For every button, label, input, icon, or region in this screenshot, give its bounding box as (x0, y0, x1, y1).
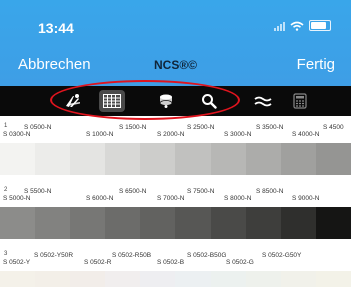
color-swatch[interactable] (0, 207, 36, 239)
swatch-label: S 9000-N (292, 195, 320, 202)
swatch-section-3: 3 S 0502-Y50R S 0502-R50B S 0502-B50G S … (0, 251, 351, 287)
color-swatch[interactable] (315, 271, 351, 287)
color-swatch[interactable] (210, 143, 246, 175)
swatch-label: S 0502-Y (3, 259, 31, 266)
color-swatch[interactable] (105, 207, 141, 239)
color-swatch[interactable] (245, 207, 281, 239)
color-swatch[interactable] (140, 143, 176, 175)
swatch-label: S 0300-N (3, 131, 31, 138)
calculator-tool-button[interactable] (287, 90, 313, 112)
color-swatch[interactable] (315, 143, 351, 175)
color-swatch[interactable] (280, 143, 316, 175)
color-swatch[interactable] (245, 143, 281, 175)
color-swatch[interactable] (280, 207, 316, 239)
calculator-icon (293, 93, 307, 109)
swatch-label: S 3000-N (224, 131, 252, 138)
battery-icon (309, 20, 331, 31)
color-swatch[interactable] (70, 271, 106, 287)
search-tool-button[interactable] (196, 90, 222, 112)
swatch-label: S 6500-N (119, 188, 147, 195)
search-icon (202, 94, 217, 109)
approx-tool-button[interactable] (250, 90, 276, 112)
toolbar (0, 86, 351, 116)
swatch-label: S 0502-G50Y (262, 252, 302, 259)
swatch-label: S 0502-R (84, 259, 112, 266)
color-swatch[interactable] (175, 207, 211, 239)
swatch-label-row: S 5500-N S 6500-N S 7500-N S 8500-N S 50… (0, 187, 351, 203)
swatch-label: S 1500-N (119, 124, 147, 131)
swatch-row (0, 271, 351, 287)
swatch-label: S 1000-N (86, 131, 114, 138)
color-swatch[interactable] (175, 271, 211, 287)
palette-icon (66, 94, 80, 107)
color-swatch[interactable] (140, 207, 176, 239)
swatch-label: S 8000-N (224, 195, 252, 202)
color-swatch[interactable] (35, 271, 71, 287)
palette-tool-button[interactable] (60, 90, 86, 112)
approx-equal-icon (254, 96, 272, 107)
signal-icon (274, 21, 285, 31)
color-swatch[interactable] (105, 271, 141, 287)
status-time: 13:44 (38, 20, 74, 36)
swatch-label: S 0502-B50G (187, 252, 227, 259)
swatch-section-1: 1 S 0500-N S 1500-N S 2500-N S 3500-N S … (0, 123, 351, 175)
color-swatch[interactable] (35, 207, 71, 239)
color-swatch[interactable] (0, 271, 36, 287)
color-swatch[interactable] (175, 143, 211, 175)
color-swatch[interactable] (70, 143, 106, 175)
swatch-label-row: S 0502-Y50R S 0502-R50B S 0502-B50G S 05… (0, 251, 351, 267)
color-swatch[interactable] (105, 143, 141, 175)
fan-tool-button[interactable] (153, 90, 179, 112)
color-swatch[interactable] (140, 271, 176, 287)
swatch-label: S 3500-N (256, 124, 284, 131)
swatch-row (0, 143, 351, 175)
status-icons (274, 20, 331, 31)
swatch-row (0, 207, 351, 239)
swatch-label: S 2000-N (157, 131, 185, 138)
color-swatch[interactable] (280, 271, 316, 287)
color-swatch[interactable] (245, 271, 281, 287)
swatch-label: S 0502-Y50R (34, 252, 74, 259)
swatch-label: S 6000-N (86, 195, 114, 202)
swatch-label: S 4500 (323, 124, 344, 131)
grid-tool-button[interactable] (99, 90, 125, 112)
swatch-label: S 2500-N (187, 124, 215, 131)
swatch-label: S 5000-N (3, 195, 31, 202)
swatch-label: S 7000-N (157, 195, 185, 202)
swatch-label-row: S 0500-N S 1500-N S 2500-N S 3500-N S 45… (0, 123, 351, 139)
wifi-icon (290, 21, 304, 31)
color-swatch[interactable] (35, 143, 71, 175)
swatch-label: S 0500-N (24, 124, 52, 131)
swatch-label: S 5500-N (24, 188, 52, 195)
color-swatch[interactable] (210, 271, 246, 287)
swatch-label: S 0502-G (226, 259, 254, 266)
color-swatch[interactable] (210, 207, 246, 239)
color-swatch[interactable] (70, 207, 106, 239)
color-swatch[interactable] (0, 143, 36, 175)
done-button[interactable]: Fertig (297, 56, 335, 73)
header-bar: 13:44 Abbrechen NCS®© Fertig (0, 0, 351, 86)
swatch-label: S 0502-B (157, 259, 185, 266)
swatch-label: S 8500-N (256, 188, 284, 195)
color-fan-icon (159, 94, 173, 108)
grid-table-icon (103, 94, 121, 108)
color-swatch[interactable] (315, 207, 351, 239)
swatch-label: S 4000-N (292, 131, 320, 138)
swatch-section-2: 2 S 5500-N S 6500-N S 7500-N S 8500-N S … (0, 187, 351, 239)
swatch-label: S 7500-N (187, 188, 215, 195)
app-root: 13:44 Abbrechen NCS®© Fertig 1 S 0500-N … (0, 0, 351, 287)
swatch-label: S 0502-R50B (112, 252, 152, 259)
